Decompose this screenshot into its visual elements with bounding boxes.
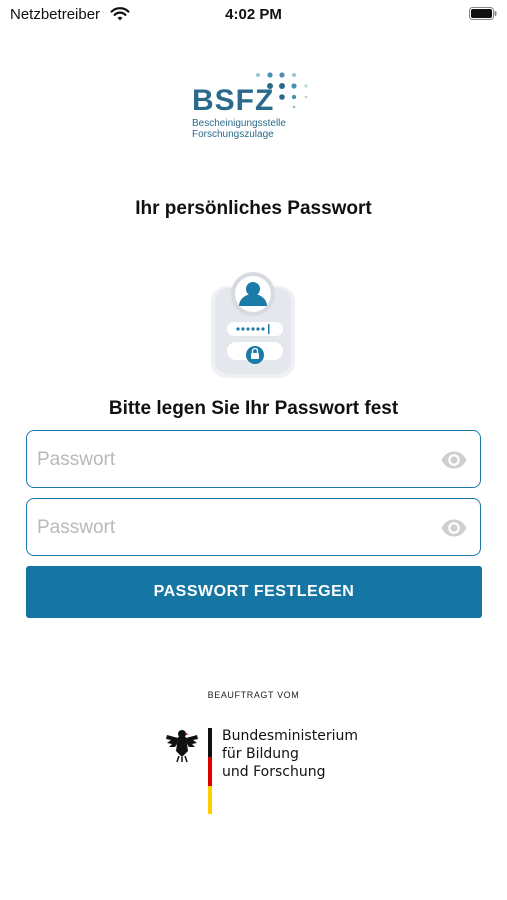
page-title: Ihr persönliches Passwort xyxy=(135,198,372,219)
password-input[interactable] xyxy=(35,431,429,489)
battery-icon xyxy=(469,7,497,20)
ministry-line3: und Forschung xyxy=(222,764,326,780)
ministry-line2: für Bildung xyxy=(222,746,299,762)
ministry-line1: Bundesministerium xyxy=(222,728,358,744)
instruction-text: Bitte legen Sie Ihr Passwort fest xyxy=(108,398,399,419)
status-bar: Netzbetreiber 4:02 PM xyxy=(0,0,507,30)
logo-subtitle-line1: Bescheinigungsstelle xyxy=(192,118,286,129)
commissioned-by-label: BEAUFTRAGT VOM xyxy=(207,690,300,700)
confirm-password-input[interactable] xyxy=(35,499,429,557)
clock: 4:02 PM xyxy=(225,6,282,23)
logo-brand: BSFZ xyxy=(192,84,275,117)
logo-subtitle-line2: Forschungszulage xyxy=(192,129,274,140)
password-user-illustration xyxy=(211,272,295,378)
bsfz-logo: BSFZ Bescheinigungsstelle Forschungszula… xyxy=(190,70,325,145)
password-field[interactable] xyxy=(26,430,481,489)
confirm-password-field[interactable] xyxy=(26,498,481,557)
federal-eagle-icon xyxy=(166,730,198,763)
logo-subtitle: Bescheinigungsstelle Forschungszulage xyxy=(192,118,286,140)
eye-icon[interactable] xyxy=(440,448,468,472)
german-flag-bar xyxy=(208,728,212,814)
eye-icon[interactable] xyxy=(440,516,468,540)
set-password-button[interactable]: PASSWORT FESTLEGEN xyxy=(26,566,482,618)
ministry-name: Bundesministerium für Bildung und Forsch… xyxy=(222,727,358,781)
